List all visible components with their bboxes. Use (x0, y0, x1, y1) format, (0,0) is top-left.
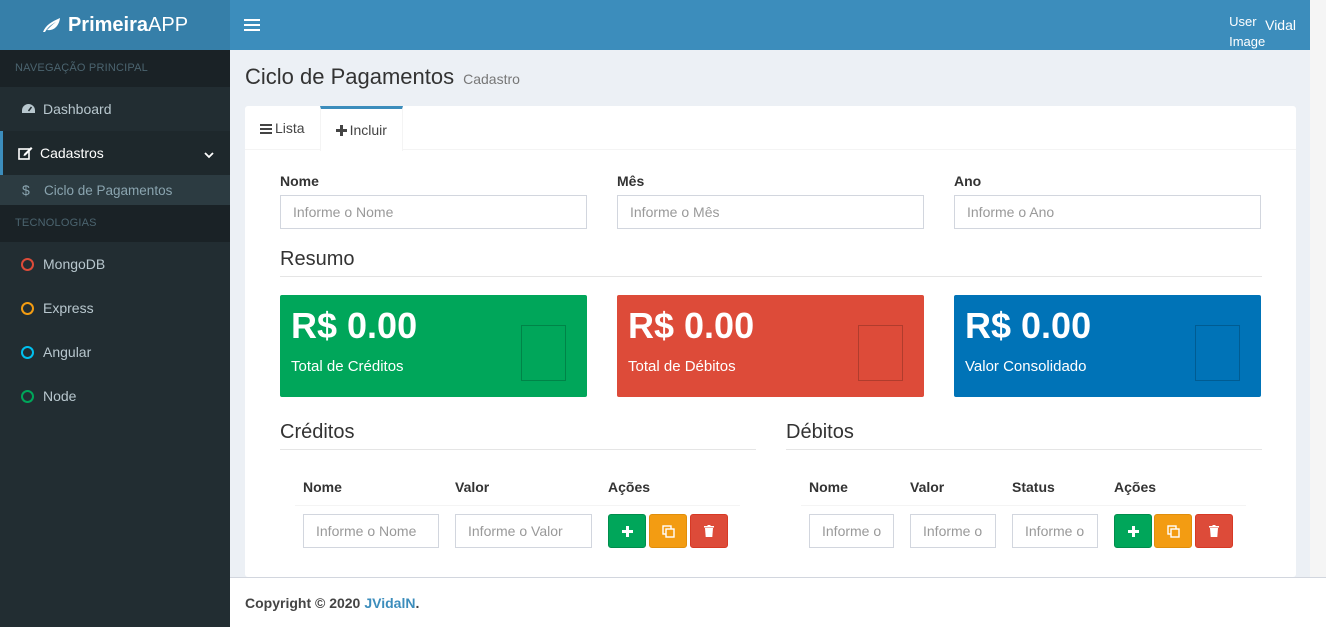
sidebar-item-label: Node (43, 388, 77, 404)
tab-label: Incluir (349, 122, 387, 138)
logo-rest: APP (148, 13, 189, 36)
tab-lista[interactable]: Lista (245, 106, 320, 150)
debits-col-status: Status (1012, 479, 1055, 495)
sidebar-toggle-icon[interactable] (244, 16, 260, 34)
trash-icon (1209, 525, 1219, 537)
credits-col-value: Valor (455, 479, 490, 495)
bank-icon (521, 325, 566, 381)
nome-input[interactable] (280, 195, 587, 229)
leaf-icon (42, 17, 62, 33)
debits-table-divider (801, 505, 1246, 506)
debit-clone-button[interactable] (1154, 514, 1192, 548)
footer-dot: . (415, 594, 420, 611)
debitos-legend: Débitos (786, 421, 1262, 450)
content-header: Ciclo de Pagamentos Cadastro (245, 64, 520, 90)
sidebar-item-mongodb[interactable]: MongoDB (0, 242, 230, 286)
sidebar-item-label: MongoDB (43, 256, 106, 272)
user-name: Vidal (1265, 17, 1296, 33)
sidebar-header-tech: TECNOLOGIAS (0, 205, 230, 242)
credits-total-value: R$ 0.00 (291, 305, 418, 346)
footer-copyright: Copyright © 2020 (245, 594, 361, 611)
debits-total-label: Total de Débitos (628, 358, 736, 375)
debits-col-actions: Ações (1114, 479, 1157, 495)
consolidated-summary-box: R$ 0.00 Valor Consolidado (954, 295, 1261, 397)
page-subtitle: Cadastro (463, 71, 520, 87)
dollar-icon: $ (22, 182, 30, 198)
sidebar: NAVEGAÇÃO PRINCIPAL Dashboard Cadastros … (0, 50, 230, 627)
mes-input[interactable] (617, 195, 924, 229)
debits-col-name: Nome (809, 479, 848, 495)
credits-table-divider (295, 505, 740, 506)
clone-icon (661, 524, 675, 538)
credit-delete-button[interactable] (690, 514, 728, 548)
ano-label: Ano (954, 173, 982, 189)
chevron-down-icon (204, 146, 214, 162)
credit-add-button[interactable] (608, 514, 646, 548)
sidebar-item-node[interactable]: Node (0, 374, 230, 418)
circle-icon (21, 345, 34, 359)
footer-author-link[interactable]: JVidalN (364, 595, 415, 611)
debit-delete-button[interactable] (1195, 514, 1233, 548)
trash-icon (704, 525, 714, 537)
credits-col-actions: Ações (608, 479, 651, 495)
consolidated-label: Valor Consolidado (965, 358, 1087, 375)
credits-col-name: Nome (303, 479, 342, 495)
money-icon (1195, 325, 1240, 381)
sidebar-item-label: Angular (43, 344, 92, 360)
nome-label: Nome (280, 173, 319, 189)
tab-bar: Lista Incluir (245, 106, 1296, 151)
consolidated-value: R$ 0.00 (965, 305, 1092, 346)
debits-total-value: R$ 0.00 (628, 305, 755, 346)
credits-summary-box: R$ 0.00 Total de Créditos (280, 295, 587, 397)
top-navbar: User Image Vidal (230, 0, 1310, 50)
app-logo[interactable]: Primeira APP (0, 0, 230, 50)
sidebar-item-label: Dashboard (43, 101, 112, 117)
credit-value-input[interactable] (455, 514, 592, 548)
sidebar-item-express[interactable]: Express (0, 286, 230, 330)
bars-icon (260, 123, 272, 134)
credit-name-input[interactable] (303, 514, 439, 548)
sidebar-subitem-ciclo-pagamentos[interactable]: $ Ciclo de Pagamentos (0, 175, 230, 205)
debit-name-input[interactable] (809, 514, 894, 548)
page-title: Ciclo de Pagamentos (245, 64, 455, 89)
debit-status-input[interactable] (1012, 514, 1098, 548)
footer: Copyright © 2020 JVidalN. (230, 577, 1326, 627)
circle-icon (21, 389, 34, 403)
credit-clone-button[interactable] (649, 514, 687, 548)
debit-value-input[interactable] (910, 514, 996, 548)
sidebar-item-label: Express (43, 300, 94, 316)
plus-icon (335, 124, 347, 136)
scrollbar-track (1310, 0, 1326, 577)
plus-icon (1127, 525, 1139, 537)
sidebar-item-label: Cadastros (40, 145, 104, 161)
clone-icon (1166, 524, 1180, 538)
ano-input[interactable] (954, 195, 1261, 229)
user-image-alt: User Image (1229, 14, 1266, 49)
debit-add-button[interactable] (1114, 514, 1152, 548)
creditos-legend: Créditos (280, 421, 756, 450)
credit-card-icon (858, 325, 903, 381)
tab-incluir[interactable]: Incluir (319, 106, 403, 151)
sidebar-item-angular[interactable]: Angular (0, 330, 230, 374)
sidebar-subitem-label: Ciclo de Pagamentos (44, 182, 173, 198)
logo-bold: Primeira (67, 13, 149, 36)
plus-icon (621, 525, 633, 537)
sidebar-item-cadastros[interactable]: Cadastros (0, 131, 230, 175)
dashboard-icon (21, 103, 43, 115)
edit-icon (18, 146, 40, 160)
sidebar-header-main: NAVEGAÇÃO PRINCIPAL (0, 50, 230, 87)
circle-icon (21, 257, 34, 271)
sidebar-item-dashboard[interactable]: Dashboard (0, 87, 230, 131)
user-menu[interactable]: User Image Vidal (1229, 12, 1296, 52)
resumo-legend: Resumo (280, 248, 1262, 277)
credits-total-label: Total de Créditos (291, 358, 404, 375)
debits-col-value: Valor (910, 479, 945, 495)
debits-summary-box: R$ 0.00 Total de Débitos (617, 295, 924, 397)
circle-icon (21, 301, 34, 315)
mes-label: Mês (617, 173, 645, 189)
tab-label: Lista (275, 120, 305, 136)
